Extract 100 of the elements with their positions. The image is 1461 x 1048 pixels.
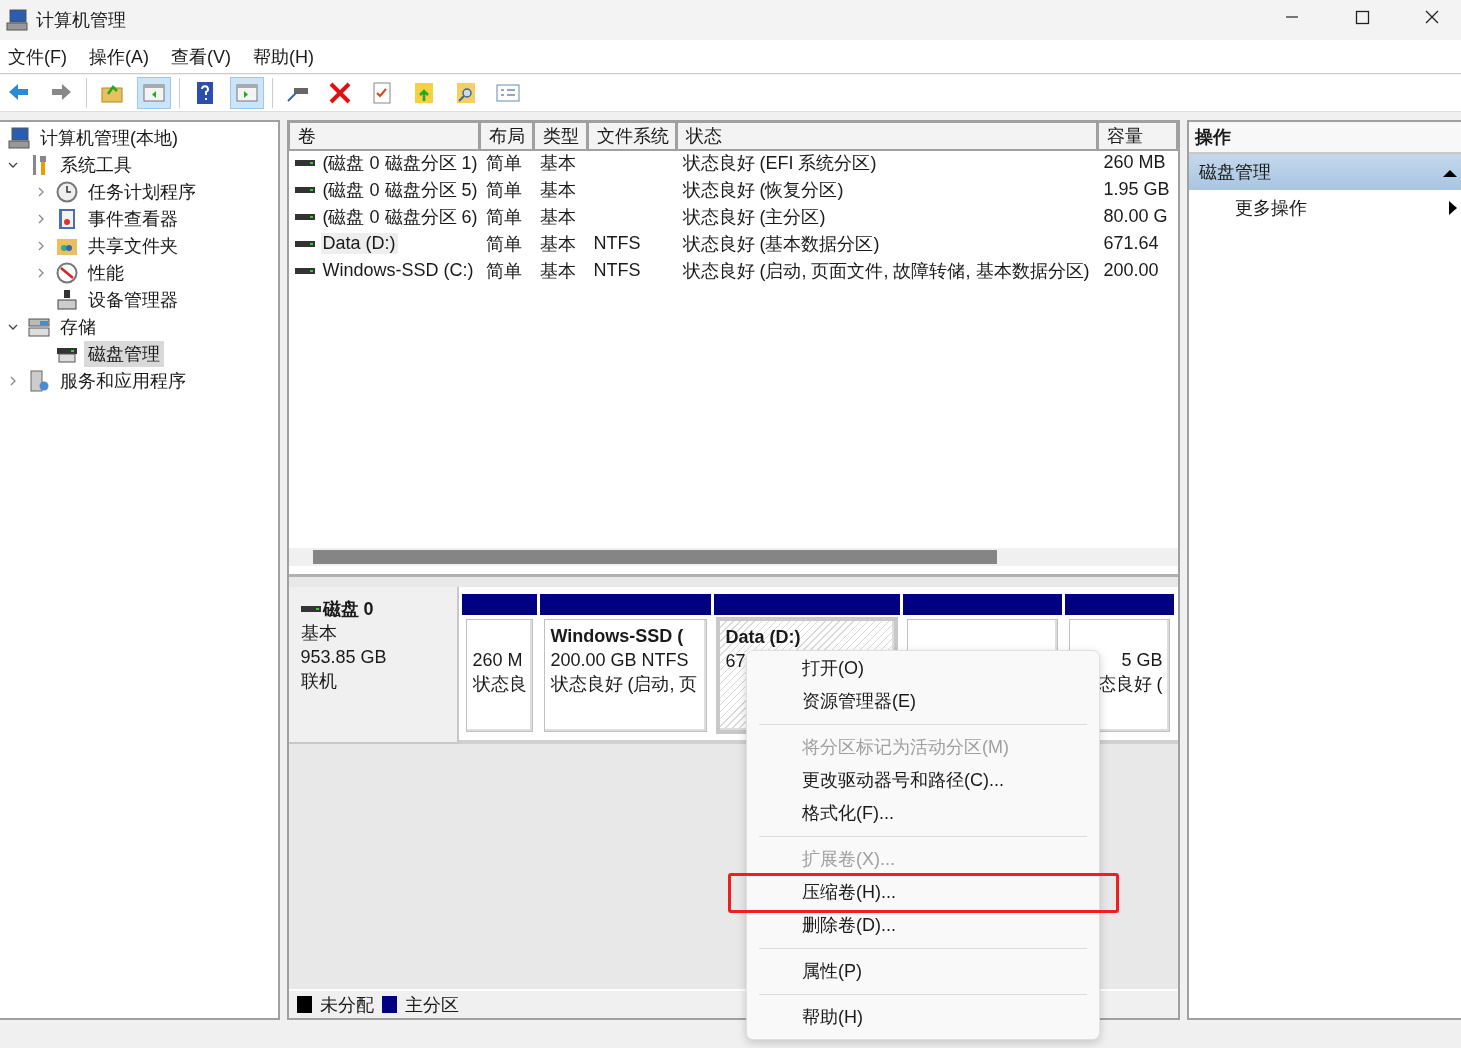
drive-icon xyxy=(294,265,315,276)
tree-item[interactable]: 磁盘管理 xyxy=(84,340,164,367)
volume-name[interactable]: (磁盘 0 磁盘分区 6) xyxy=(320,204,480,229)
tree-item[interactable]: 设备管理器 xyxy=(84,286,182,313)
partition-info: 5 GB xyxy=(1121,649,1163,672)
partition-title: Windows-SSD ( xyxy=(550,625,684,648)
menu-item[interactable]: 文件(F) xyxy=(8,44,67,69)
server-icon xyxy=(28,369,50,392)
volume-name[interactable]: (磁盘 0 磁盘分区 5) xyxy=(320,177,480,202)
table-cell-text: 状态良好 (启动, 页面文件, 故障转储, 基本数据分区) xyxy=(682,259,1090,283)
search-icon[interactable] xyxy=(454,81,478,105)
menu-item[interactable]: 帮助(H) xyxy=(253,44,314,69)
drive-icon xyxy=(294,184,315,195)
tree-item[interactable]: 系统工具 xyxy=(56,151,136,178)
disk-size: 953.85 GB xyxy=(300,646,388,669)
table-cell-text: 简单 xyxy=(485,232,522,256)
app-icon xyxy=(6,9,28,31)
submenu-arrow-icon xyxy=(1449,201,1457,215)
partition-info: 200.00 GB NTFS xyxy=(550,649,689,672)
volume-name[interactable]: Windows-SSD (C:) xyxy=(320,260,476,281)
table-cell: NTFS xyxy=(593,260,641,281)
column-header[interactable]: 容量 xyxy=(1097,122,1178,151)
menu-item[interactable]: 格式化(F)... xyxy=(747,797,1099,830)
partition-info: 260 M xyxy=(472,649,523,672)
action-item[interactable]: 更多操作 xyxy=(1188,190,1461,226)
horizontal-scrollbar[interactable] xyxy=(288,548,1178,566)
disk-status: 联机 xyxy=(300,670,338,693)
actions-section[interactable]: 磁盘管理 xyxy=(1188,154,1461,190)
table-cell-text: 基本 xyxy=(539,151,576,175)
disk-type: 基本 xyxy=(300,622,338,645)
computer-icon xyxy=(8,126,30,149)
table-cell-text: 简单 xyxy=(485,205,522,229)
collapse-icon[interactable] xyxy=(1443,167,1457,177)
disk-name: 磁盘 0 xyxy=(322,598,374,621)
table-cell-text: 简单 xyxy=(485,259,522,283)
table-cell-text: 基本 xyxy=(539,259,576,283)
menu-item[interactable]: 属性(P) xyxy=(747,955,1099,988)
list-icon[interactable] xyxy=(496,81,520,105)
table-cell-text: 状态良好 (主分区) xyxy=(682,205,826,229)
column-header[interactable]: 状态 xyxy=(676,122,1098,151)
table-cell: 671.64 xyxy=(1103,233,1159,254)
scroll-thumb[interactable] xyxy=(312,550,997,564)
volume-name[interactable]: Data (D:) xyxy=(320,233,398,254)
table-cell-text: 状态良好 (EFI 系统分区) xyxy=(682,151,877,175)
table-cell: 260 MB xyxy=(1103,152,1166,173)
drive-icon xyxy=(294,157,315,168)
clock-icon xyxy=(56,180,78,203)
table-cell: NTFS xyxy=(593,233,641,254)
volume-name[interactable]: (磁盘 0 磁盘分区 1) xyxy=(320,150,480,175)
menu-item[interactable]: 压缩卷(H)... xyxy=(747,876,1099,909)
table-cell: 1.95 GB xyxy=(1103,179,1170,200)
legend-label: 主分区 xyxy=(404,993,459,1017)
export-icon[interactable] xyxy=(412,81,436,105)
table-cell-text: 基本 xyxy=(539,178,576,202)
tree-item[interactable]: 事件查看器 xyxy=(84,205,182,232)
menu-item[interactable]: 删除卷(D)... xyxy=(747,909,1099,942)
partition-info: 状态良 xyxy=(472,673,527,696)
table-cell-text: 简单 xyxy=(485,178,522,202)
partition-block[interactable]: Windows-SSD ( 200.00 GB NTFS 状态良好 (启动, 页 xyxy=(543,619,707,732)
menu-item[interactable]: 操作(A) xyxy=(89,44,149,69)
book-icon xyxy=(56,207,78,230)
column-header[interactable]: 布局 xyxy=(479,122,534,151)
action-pane-icon xyxy=(235,81,259,105)
partition-block[interactable]: 260 M 状态良 xyxy=(465,619,533,732)
device-icon xyxy=(56,288,78,311)
toolbar-button[interactable] xyxy=(230,77,264,109)
table-cell: 200.00 xyxy=(1103,260,1159,281)
table-cell-text: 简单 xyxy=(485,151,522,175)
window-title: 计算机管理 xyxy=(36,9,127,32)
drive-icon xyxy=(300,604,321,614)
storage-icon xyxy=(28,315,50,338)
table-cell-text: 基本 xyxy=(539,205,576,229)
toolbar-button[interactable] xyxy=(137,77,171,109)
menu-item[interactable]: 帮助(H) xyxy=(747,1001,1099,1034)
column-header[interactable]: 卷 xyxy=(288,122,480,151)
tree-item[interactable]: 计算机管理(本地) xyxy=(36,124,182,151)
column-header[interactable]: 文件系统 xyxy=(587,122,677,151)
table-cell: 80.00 G xyxy=(1103,206,1168,227)
partition-title: Data (D:) xyxy=(725,626,801,649)
drive-icon xyxy=(294,238,315,249)
delete-icon[interactable] xyxy=(328,81,352,105)
menu-item[interactable]: 查看(V) xyxy=(171,44,231,69)
tree-item[interactable]: 服务和应用程序 xyxy=(56,367,190,394)
table-cell-text: 基本 xyxy=(539,232,576,256)
table-cell-text: 状态良好 (恢复分区) xyxy=(682,178,844,202)
column-header[interactable]: 类型 xyxy=(533,122,588,151)
tree-pane-icon xyxy=(142,81,166,105)
legend-label: 未分配 xyxy=(319,993,374,1017)
partition-info: 状态良好 (启动, 页 xyxy=(550,673,698,696)
properties-icon[interactable] xyxy=(370,81,394,105)
drive-icon xyxy=(294,211,315,222)
tree-item[interactable]: 性能 xyxy=(84,259,128,286)
tree-item[interactable]: 存储 xyxy=(56,313,100,340)
partition-info: 67 xyxy=(725,650,746,673)
gauge-icon xyxy=(56,261,78,284)
table-cell-text: 状态良好 (基本数据分区) xyxy=(682,232,880,256)
actions-title: 操作 xyxy=(1188,122,1461,154)
menu-item[interactable]: 更改驱动器号和路径(C)... xyxy=(747,764,1099,797)
tree-item[interactable]: 任务计划程序 xyxy=(84,178,200,205)
tree-item[interactable]: 共享文件夹 xyxy=(84,232,182,259)
